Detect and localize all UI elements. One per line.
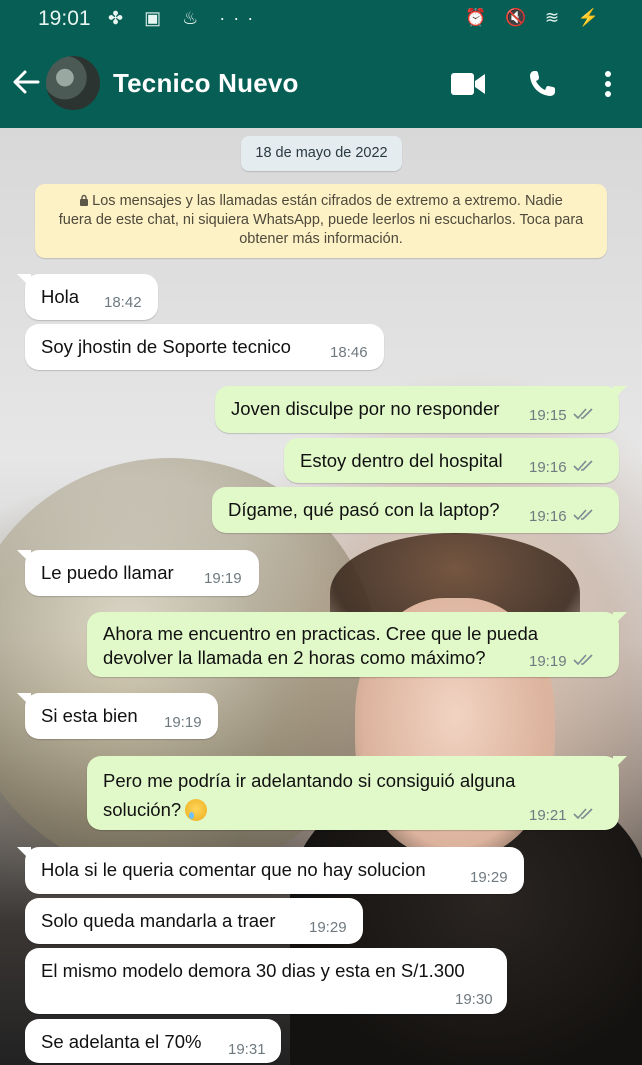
message-time: 18:42 [104, 294, 142, 311]
message-line-2: devolver la llamada en 2 horas como máxi… [103, 647, 486, 668]
incoming-message[interactable]: Solo queda mandarla a traer 19:29 [25, 898, 363, 944]
video-call-icon[interactable] [450, 70, 486, 98]
message-line-2: solución? [103, 799, 182, 820]
outgoing-message[interactable]: Dígame, qué pasó con la laptop? 19:16 [212, 487, 619, 533]
notice-line-2: fuera de este chat, ni siquiera WhatsApp… [58, 212, 584, 228]
notice-line-3: obtener más información. [239, 231, 403, 247]
message-text: Si esta bien [41, 705, 138, 726]
bubble-tail [17, 693, 31, 707]
outgoing-message[interactable]: Joven disculpe por no responder 19:15 [215, 386, 627, 433]
message-meta: 19:19 [529, 653, 597, 670]
bubble-tail [613, 756, 627, 770]
message-time: 19:16 [529, 459, 567, 476]
incoming-message[interactable]: Hola si le queria comentar que no hay so… [17, 847, 524, 894]
read-receipt-icon [572, 408, 593, 420]
crying-face-emoji-icon [185, 799, 208, 821]
message-time: 19:31 [228, 1041, 266, 1058]
message-meta: 19:21 [529, 807, 597, 824]
incoming-message[interactable]: Se adelanta el 70% 19:31 [25, 1019, 281, 1063]
message-time: 19:15 [529, 407, 567, 424]
message-text: Le puedo llamar [41, 562, 174, 583]
message-time: 19:16 [529, 508, 567, 525]
message-text: Hola [41, 286, 80, 307]
incoming-message[interactable]: El mismo modelo demora 30 dias y esta en… [25, 948, 507, 1014]
read-receipt-icon [572, 460, 593, 472]
message-time: 19:19 [529, 653, 567, 670]
message-meta: 19:15 [529, 407, 597, 424]
message-text: Estoy dentro del hospital [300, 450, 503, 471]
status-bar: 19:01 ✤ ▣ ♨ ··· ⏰ 🔇 ≋ ⚡ [0, 0, 642, 40]
message-time: 19:19 [204, 570, 242, 587]
encryption-notice[interactable]: Los mensajes y las llamadas están cifrad… [35, 184, 607, 258]
read-receipt-icon [572, 808, 593, 820]
back-arrow-icon[interactable] [10, 64, 42, 100]
incoming-message[interactable]: Hola 18:42 [17, 274, 158, 320]
message-text: Ahora me encuentro en practicas. Cree qu… [103, 622, 538, 670]
bubble-tail [17, 550, 31, 564]
bubble-tail [17, 274, 31, 288]
message-text: Hola si le queria comentar que no hay so… [41, 859, 426, 880]
lock-icon [80, 194, 89, 206]
contact-name[interactable]: Tecnico Nuevo [113, 68, 299, 99]
voice-call-icon[interactable] [526, 68, 558, 100]
notification-icons: ✤ ▣ ♨ ··· [108, 8, 262, 28]
message-time: 19:29 [470, 869, 508, 886]
message-time: 19:21 [529, 807, 567, 824]
incoming-message[interactable]: Si esta bien 19:19 [17, 693, 218, 739]
bubble-tail [613, 612, 627, 626]
read-receipt-icon [572, 509, 593, 521]
outgoing-message[interactable]: Ahora me encuentro en practicas. Cree qu… [87, 612, 627, 677]
message-line-1: Pero me podría ir adelantando si consigu… [103, 770, 516, 791]
message-text: El mismo modelo demora 30 dias y esta en… [41, 960, 465, 981]
more-options-icon[interactable] [596, 66, 620, 102]
message-text: Solo queda mandarla a traer [41, 910, 276, 931]
message-meta: 19:16 [529, 508, 597, 525]
message-time: 19:29 [309, 919, 347, 936]
chat-header: Tecnico Nuevo [0, 40, 642, 128]
date-chip: 18 de mayo de 2022 [241, 136, 402, 171]
status-time: 19:01 [38, 7, 91, 30]
message-meta: 19:16 [529, 459, 597, 476]
bubble-tail [17, 847, 31, 861]
outgoing-message[interactable]: Pero me podría ir adelantando si consigu… [87, 756, 627, 830]
outgoing-message[interactable]: Estoy dentro del hospital 19:16 [284, 438, 619, 483]
message-text: Dígame, qué pasó con la laptop? [228, 499, 500, 520]
bubble-tail [613, 386, 627, 400]
message-line-1: Ahora me encuentro en practicas. Cree qu… [103, 623, 539, 644]
message-text: Joven disculpe por no responder [231, 398, 500, 419]
message-time: 18:46 [330, 344, 368, 361]
read-receipt-icon [572, 654, 593, 666]
avatar[interactable] [46, 56, 100, 110]
message-text: Se adelanta el 70% [41, 1031, 202, 1052]
notice-line-1: Los mensajes y las llamadas están cifrad… [92, 193, 563, 209]
message-text: Soy jhostin de Soporte tecnico [41, 336, 291, 357]
message-time: 19:30 [455, 991, 493, 1008]
system-status-icons: ⏰ 🔇 ≋ ⚡ [465, 8, 606, 27]
message-time: 19:19 [164, 714, 202, 731]
incoming-message[interactable]: Soy jhostin de Soporte tecnico 18:46 [25, 324, 384, 370]
message-text: Pero me podría ir adelantando si consigu… [103, 766, 515, 824]
incoming-message[interactable]: Le puedo llamar 19:19 [17, 550, 259, 596]
